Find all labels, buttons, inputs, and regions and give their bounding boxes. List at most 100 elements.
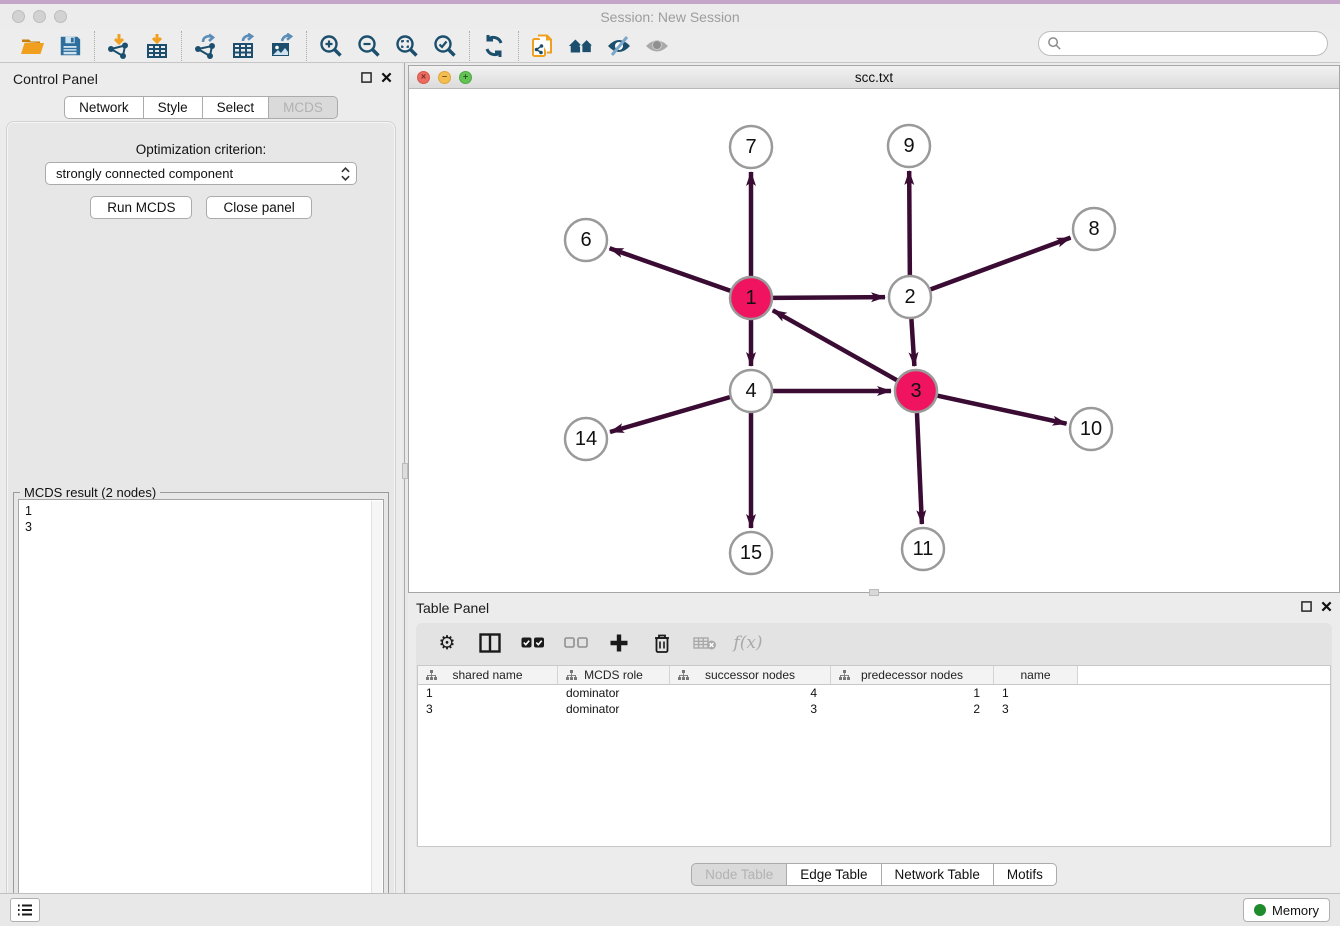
graph-node-label: 6 bbox=[580, 229, 591, 251]
table-settings-icon[interactable]: ⚙ bbox=[434, 630, 460, 656]
graph-edge-1-2[interactable] bbox=[773, 297, 885, 298]
column-header-predecessor-nodes[interactable]: predecessor nodes bbox=[831, 666, 994, 684]
column-header-name[interactable]: name bbox=[994, 666, 1078, 684]
mcds-result-textarea[interactable]: 13 bbox=[18, 499, 384, 925]
graph-node-label: 15 bbox=[740, 542, 762, 564]
graph-node-6[interactable]: 6 bbox=[565, 219, 607, 261]
memory-button[interactable]: Memory bbox=[1243, 898, 1330, 922]
export-network-icon[interactable] bbox=[192, 32, 220, 60]
node-table[interactable]: shared nameMCDS rolesuccessor nodesprede… bbox=[417, 665, 1331, 847]
graph-edge-2-8[interactable] bbox=[931, 238, 1071, 290]
close-panel-button[interactable]: Close panel bbox=[206, 196, 311, 219]
function-builder-icon[interactable]: f(x) bbox=[735, 630, 761, 656]
zoom-in-icon[interactable] bbox=[317, 32, 345, 60]
table-tab-edge-table[interactable]: Edge Table bbox=[787, 863, 881, 886]
import-network-icon[interactable] bbox=[105, 32, 133, 60]
deselect-all-columns-icon[interactable] bbox=[563, 630, 589, 656]
graph-node-10[interactable]: 10 bbox=[1070, 408, 1112, 450]
delete-table-icon[interactable] bbox=[692, 630, 718, 656]
import-table-icon[interactable] bbox=[143, 32, 171, 60]
graph-edge-3-1[interactable] bbox=[773, 310, 897, 380]
column-header-shared-name[interactable]: shared name bbox=[418, 666, 558, 684]
network-canvas[interactable]: 7 9 6 8 1 2 4 3 14 10 15 11 bbox=[409, 89, 1339, 592]
home-layout-icon[interactable] bbox=[567, 32, 595, 60]
table-tab-node-table[interactable]: Node Table bbox=[691, 863, 787, 886]
open-session-icon[interactable] bbox=[18, 32, 46, 60]
graph-edge-2-3[interactable] bbox=[911, 319, 914, 366]
table-cell[interactable]: 2 bbox=[831, 701, 994, 717]
tab-mcds[interactable]: MCDS bbox=[269, 96, 338, 119]
graph-edge-1-6[interactable] bbox=[610, 248, 731, 290]
zoom-selected-icon[interactable] bbox=[431, 32, 459, 60]
graph-node-4[interactable]: 4 bbox=[730, 370, 772, 412]
network-window-title: scc.txt bbox=[409, 70, 1339, 85]
optimization-criterion-value: strongly connected component bbox=[56, 166, 341, 181]
table-toolbar: ⚙ bbox=[416, 623, 1332, 663]
graph-node-label: 1 bbox=[745, 287, 756, 309]
table-cell[interactable]: dominator bbox=[558, 685, 670, 701]
hide-details-icon[interactable] bbox=[605, 32, 633, 60]
graph-edge-2-9[interactable] bbox=[909, 171, 910, 275]
graph-node-label: 11 bbox=[913, 538, 934, 560]
table-cell[interactable]: 4 bbox=[670, 685, 831, 701]
table-row[interactable]: 3dominator323 bbox=[418, 701, 1330, 717]
table-cell[interactable]: 1 bbox=[418, 685, 558, 701]
zoom-out-icon[interactable] bbox=[355, 32, 383, 60]
tab-network[interactable]: Network bbox=[64, 96, 144, 119]
network-graph[interactable]: 7 9 6 8 1 2 4 3 14 10 15 11 bbox=[409, 89, 1339, 592]
table-tab-motifs[interactable]: Motifs bbox=[994, 863, 1057, 886]
table-cell[interactable]: 3 bbox=[994, 701, 1078, 717]
refresh-icon[interactable] bbox=[480, 32, 508, 60]
close-table-panel-icon[interactable] bbox=[1321, 601, 1332, 612]
graph-node-2[interactable]: 2 bbox=[889, 276, 931, 318]
graph-node-label: 3 bbox=[910, 380, 921, 402]
graph-node-7[interactable]: 7 bbox=[730, 126, 772, 168]
clone-network-icon[interactable] bbox=[529, 32, 557, 60]
graph-edge-4-14[interactable] bbox=[610, 397, 730, 432]
float-table-panel-icon[interactable] bbox=[1301, 601, 1312, 612]
show-details-icon[interactable] bbox=[643, 32, 671, 60]
table-cell[interactable]: 3 bbox=[418, 701, 558, 717]
table-row[interactable]: 1dominator411 bbox=[418, 685, 1330, 701]
run-mcds-button[interactable]: Run MCDS bbox=[90, 196, 192, 219]
tab-style[interactable]: Style bbox=[144, 96, 203, 119]
search-box[interactable] bbox=[1038, 31, 1328, 56]
table-cell[interactable]: 1 bbox=[994, 685, 1078, 701]
result-scrollbar[interactable] bbox=[371, 501, 382, 923]
table-cell[interactable]: 3 bbox=[670, 701, 831, 717]
add-column-icon[interactable] bbox=[606, 630, 632, 656]
column-header-MCDS-role[interactable]: MCDS role bbox=[558, 666, 670, 684]
save-session-icon[interactable] bbox=[56, 32, 84, 60]
graph-node-14[interactable]: 14 bbox=[565, 418, 607, 460]
close-panel-icon[interactable] bbox=[381, 72, 392, 83]
column-header-successor-nodes[interactable]: successor nodes bbox=[670, 666, 831, 684]
column-header-filler bbox=[1078, 666, 1330, 684]
table-tab-network-table[interactable]: Network Table bbox=[882, 863, 994, 886]
graph-node-8[interactable]: 8 bbox=[1073, 208, 1115, 250]
list-icon bbox=[17, 903, 33, 917]
network-view-window: × − + scc.txt 7968124314101511 bbox=[408, 65, 1340, 593]
table-cell[interactable]: 1 bbox=[831, 685, 994, 701]
select-all-columns-icon[interactable] bbox=[520, 630, 546, 656]
graph-edge-3-11[interactable] bbox=[917, 413, 922, 524]
graph-node-label: 4 bbox=[745, 380, 756, 402]
graph-node-1[interactable]: 1 bbox=[730, 277, 772, 319]
export-image-icon[interactable] bbox=[268, 32, 296, 60]
table-panel: Table Panel ⚙ bbox=[408, 595, 1340, 890]
graph-edge-3-10[interactable] bbox=[937, 396, 1066, 424]
search-input[interactable] bbox=[1066, 34, 1327, 54]
delete-column-icon[interactable] bbox=[649, 630, 675, 656]
tab-select[interactable]: Select bbox=[203, 96, 270, 119]
graph-node-9[interactable]: 9 bbox=[888, 125, 930, 167]
main-titlebar: × − + Session: New Session bbox=[0, 4, 1340, 29]
graph-node-3[interactable]: 3 bbox=[895, 370, 937, 412]
graph-node-15[interactable]: 15 bbox=[730, 532, 772, 574]
float-panel-icon[interactable] bbox=[361, 72, 372, 83]
graph-node-11[interactable]: 11 bbox=[902, 528, 944, 570]
optimization-criterion-select[interactable]: strongly connected component bbox=[45, 162, 357, 185]
task-history-button[interactable] bbox=[10, 898, 40, 922]
zoom-fit-icon[interactable] bbox=[393, 32, 421, 60]
split-columns-icon[interactable] bbox=[477, 630, 503, 656]
table-cell[interactable]: dominator bbox=[558, 701, 670, 717]
export-table-icon[interactable] bbox=[230, 32, 258, 60]
